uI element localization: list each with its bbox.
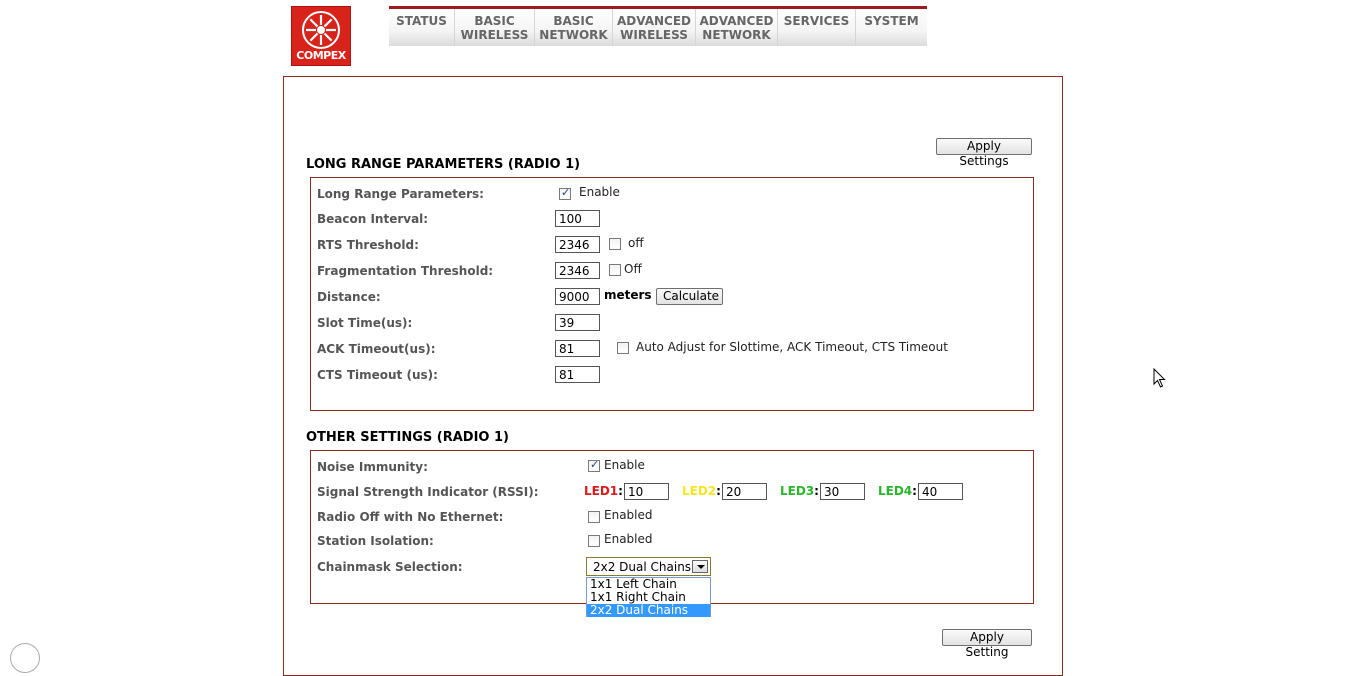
ack-timeout-label: ACK Timeout(us):	[317, 342, 436, 356]
radio-off-text: Enabled	[604, 508, 653, 522]
frag-off-checkbox[interactable]	[609, 264, 621, 276]
long-range-title: LONG RANGE PARAMETERS (RADIO 1)	[306, 157, 581, 172]
tab-label: NETWORK	[702, 28, 771, 42]
led1-text: LED1	[584, 484, 619, 498]
rts-threshold-input[interactable]	[555, 236, 600, 253]
led4-label: LED4:	[878, 484, 917, 498]
chevron-down-icon[interactable]	[692, 560, 708, 573]
led2-label: LED2:	[682, 484, 721, 498]
other-settings-title: OTHER SETTINGS (RADIO 1)	[306, 430, 509, 445]
led4-input[interactable]	[918, 483, 963, 500]
tab-label: WIRELESS	[460, 28, 529, 42]
beacon-interval-input[interactable]	[555, 210, 600, 227]
tab-label: ADVANCED	[699, 14, 774, 28]
led3-text: LED3	[780, 484, 815, 498]
auto-adjust-text: Auto Adjust for Slottime, ACK Timeout, C…	[636, 340, 948, 354]
led3-input[interactable]	[820, 483, 865, 500]
chainmask-dropdown-list: 1x1 Left Chain 1x1 Right Chain 2x2 Dual …	[586, 577, 711, 617]
led4-text: LED4	[878, 484, 913, 498]
tab-label: WIRELESS	[620, 28, 688, 42]
rssi-label: Signal Strength Indicator (RSSI):	[317, 485, 539, 499]
long-range-enable-checkbox[interactable]	[559, 186, 571, 200]
distance-unit: meters	[604, 288, 652, 302]
logo-text: COMPEX	[296, 49, 346, 62]
chainmask-selected-value: 2x2 Dual Chains	[593, 560, 692, 574]
radio-off-label: Radio Off with No Ethernet:	[317, 510, 504, 524]
tab-label: BASIC	[553, 14, 594, 28]
cts-timeout-label: CTS Timeout (us):	[317, 368, 438, 382]
logo-emblem-icon	[302, 11, 340, 49]
slot-time-label: Slot Time(us):	[317, 316, 413, 330]
auto-adjust-checkbox[interactable]	[617, 342, 629, 354]
fragmentation-threshold-input[interactable]	[555, 262, 600, 279]
compex-logo[interactable]: COMPEX	[291, 6, 351, 66]
calculate-button[interactable]: Calculate	[656, 288, 723, 305]
tab-services[interactable]: SERVICES	[778, 9, 856, 46]
tab-label: BASIC	[474, 14, 515, 28]
led2-input[interactable]	[722, 483, 767, 500]
tab-system[interactable]: SYSTEM	[856, 9, 927, 46]
noise-immunity-text: Enable	[604, 458, 645, 472]
frag-off-text: Off	[624, 262, 642, 276]
tab-advanced-network[interactable]: ADVANCED NETWORK	[696, 9, 778, 46]
fragmentation-threshold-label: Fragmentation Threshold:	[317, 264, 494, 278]
chainmask-label: Chainmask Selection:	[317, 560, 463, 574]
tab-basic-wireless[interactable]: BASIC WIRELESS	[455, 9, 535, 46]
mouse-cursor-icon	[1153, 368, 1166, 388]
corner-circle-icon	[10, 643, 40, 673]
distance-input[interactable]	[555, 288, 600, 305]
main-nav: STATUS BASIC WIRELESS BASIC NETWORK ADVANC…	[389, 6, 927, 46]
apply-setting-button[interactable]: Apply Setting	[942, 629, 1032, 659]
ack-timeout-input[interactable]	[555, 340, 600, 357]
long-range-enable-text: Enable	[579, 185, 620, 199]
noise-immunity-checkbox[interactable]	[588, 458, 600, 472]
tab-status[interactable]: STATUS	[389, 9, 455, 46]
beacon-interval-label: Beacon Interval:	[317, 212, 429, 226]
tab-label: NETWORK	[539, 28, 608, 42]
rts-off-checkbox[interactable]	[609, 238, 621, 250]
led4-colon: :	[912, 484, 917, 498]
rts-off-text: off	[628, 236, 644, 250]
distance-label: Distance:	[317, 290, 381, 304]
tab-advanced-wireless[interactable]: ADVANCED WIRELESS	[613, 9, 696, 46]
long-range-enable-label: Long Range Parameters:	[317, 187, 484, 201]
station-isolation-label: Station Isolation:	[317, 534, 434, 548]
apply-settings-button[interactable]: Apply Settings	[936, 138, 1032, 168]
led1-colon: :	[618, 484, 623, 498]
rts-threshold-label: RTS Threshold:	[317, 238, 419, 252]
chainmask-select[interactable]: 2x2 Dual Chains	[586, 557, 711, 576]
radio-off-checkbox[interactable]	[588, 511, 600, 523]
tab-label: SERVICES	[783, 14, 850, 28]
station-isolation-checkbox[interactable]	[588, 535, 600, 547]
tab-label: STATUS	[396, 14, 447, 28]
led3-label: LED3:	[780, 484, 819, 498]
tab-basic-network[interactable]: BASIC NETWORK	[535, 9, 613, 46]
tab-label: ADVANCED	[616, 14, 691, 28]
noise-immunity-label: Noise Immunity:	[317, 460, 428, 474]
led2-text: LED2	[682, 484, 717, 498]
led2-colon: :	[716, 484, 721, 498]
chainmask-option[interactable]: 2x2 Dual Chains	[587, 604, 710, 617]
slot-time-input[interactable]	[555, 314, 600, 331]
station-isolation-text: Enabled	[604, 532, 653, 546]
tab-label: SYSTEM	[864, 14, 919, 28]
led1-input[interactable]	[624, 483, 669, 500]
led1-label: LED1:	[584, 484, 623, 498]
led3-colon: :	[814, 484, 819, 498]
cts-timeout-input[interactable]	[555, 366, 600, 383]
